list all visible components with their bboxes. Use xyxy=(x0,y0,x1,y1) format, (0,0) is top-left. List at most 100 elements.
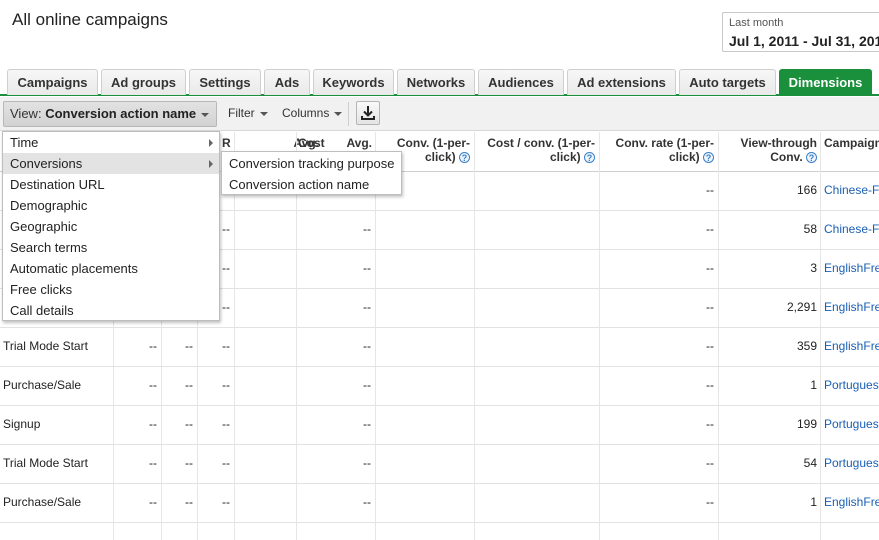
table-cell-c1: -- xyxy=(149,339,157,353)
col-header-cost[interactable]: Cost xyxy=(298,136,325,150)
col-header-cost-per-conv[interactable]: Cost / conv. (1-per-click) ? xyxy=(478,136,595,164)
table-cell-c3: -- xyxy=(222,222,230,236)
tab-ad-extensions[interactable]: Ad extensions xyxy=(567,69,676,95)
table-cell-c1: -- xyxy=(149,378,157,392)
table-cell-view-through: 3 xyxy=(810,261,817,275)
table-cell-c4: -- xyxy=(363,261,371,275)
tab-bar: Campaigns Ad groups Settings Ads Keyword… xyxy=(0,68,879,96)
table-cell-c1: -- xyxy=(149,495,157,509)
table-cell-conv-rate: -- xyxy=(706,261,714,275)
menu-item-destination-url[interactable]: Destination URL xyxy=(3,174,219,195)
download-button[interactable] xyxy=(356,101,380,125)
chevron-down-icon xyxy=(201,112,210,117)
chevron-right-icon xyxy=(209,139,213,147)
view-prefix: View: xyxy=(10,106,42,121)
table-row: Purchase/Sale -- -- -- -- -- 1 EnglishFre xyxy=(0,484,879,523)
col-header-conv-rate[interactable]: Conv. rate (1-per-click) ? xyxy=(604,136,714,164)
campaign-link[interactable]: Portugues xyxy=(824,417,879,431)
tab-auto-targets[interactable]: Auto targets xyxy=(679,69,776,95)
help-icon[interactable]: ? xyxy=(459,152,470,164)
table-cell-c2: -- xyxy=(185,417,193,431)
col-header-avg-2[interactable]: Avg. xyxy=(330,136,372,150)
campaign-link[interactable]: Chinese-F xyxy=(824,183,879,197)
menu-item-free-clicks[interactable]: Free clicks xyxy=(3,279,219,300)
menu-item-search-terms[interactable]: Search terms xyxy=(3,237,219,258)
table-cell-view-through: 2,291 xyxy=(786,300,817,314)
table-cell-conv-rate: -- xyxy=(706,222,714,236)
table-cell-c2: -- xyxy=(185,339,193,353)
campaign-link[interactable]: Portugues xyxy=(824,456,879,470)
table-cell-conv-rate: -- xyxy=(706,339,714,353)
menu-item-automatic-placements[interactable]: Automatic placements xyxy=(3,258,219,279)
table-cell-conv-rate: -- xyxy=(706,300,714,314)
menu-item-call-details[interactable]: Call details xyxy=(3,300,219,321)
tab-audiences[interactable]: Audiences xyxy=(478,69,564,95)
campaign-link[interactable]: Chinese-F xyxy=(824,222,879,236)
table-cell-conv-rate: -- xyxy=(706,495,714,509)
table-cell-name: Trial Mode Start xyxy=(3,339,88,353)
menu-item-geographic[interactable]: Geographic xyxy=(3,216,219,237)
tab-networks[interactable]: Networks xyxy=(397,69,475,95)
toolbar-divider xyxy=(348,102,349,126)
table-cell-c4: -- xyxy=(363,417,371,431)
table-cell-conv-rate: -- xyxy=(706,456,714,470)
tab-ad-groups[interactable]: Ad groups xyxy=(101,69,186,95)
tab-settings[interactable]: Settings xyxy=(189,69,261,95)
columns-button[interactable]: Columns xyxy=(282,106,343,120)
menu-item-demographic[interactable]: Demographic xyxy=(3,195,219,216)
help-icon[interactable]: ? xyxy=(703,152,714,164)
table-cell-c4: -- xyxy=(363,300,371,314)
table-cell-conv-rate: -- xyxy=(706,183,714,197)
tab-ads[interactable]: Ads xyxy=(264,69,310,95)
tab-campaigns[interactable]: Campaigns xyxy=(7,69,98,95)
tab-keywords[interactable]: Keywords xyxy=(313,69,394,95)
help-icon[interactable]: ? xyxy=(584,152,595,164)
table-cell-conv-rate: -- xyxy=(706,417,714,431)
table-cell-name: Purchase/Sale xyxy=(3,495,82,509)
col-header-campaign[interactable]: Campaign xyxy=(824,136,879,150)
col-header-r[interactable]: R xyxy=(222,136,231,150)
campaign-link[interactable]: Portugues xyxy=(824,378,879,392)
table-cell-view-through: 359 xyxy=(796,339,817,353)
table-cell-c2: -- xyxy=(185,378,193,392)
table-cell-conv-rate: -- xyxy=(706,378,714,392)
table-cell-view-through: 54 xyxy=(803,456,817,470)
table-cell-name: Purchase/Sale xyxy=(3,378,82,392)
campaign-link[interactable]: EnglishFre xyxy=(824,261,879,275)
submenu-item-conversion-tracking-purpose[interactable]: Conversion tracking purpose xyxy=(222,153,401,174)
chevron-down-icon xyxy=(334,111,343,116)
chevron-down-icon xyxy=(259,111,268,116)
table-cell-c3: -- xyxy=(222,495,230,509)
date-range-label: Last month xyxy=(729,17,784,29)
download-icon xyxy=(361,106,375,120)
table-cell-c3: -- xyxy=(222,339,230,353)
help-icon[interactable]: ? xyxy=(806,152,817,164)
tab-dimensions[interactable]: Dimensions xyxy=(779,69,872,95)
table-row: Signup -- -- -- -- -- 199 Portugues xyxy=(0,406,879,445)
table-cell-view-through: 58 xyxy=(803,222,817,236)
menu-item-conversions[interactable]: Conversions xyxy=(3,153,219,174)
table-cell-c4: -- xyxy=(363,495,371,509)
table-cell-c1: -- xyxy=(149,417,157,431)
filter-button[interactable]: Filter xyxy=(228,106,268,120)
date-range-value: Jul 1, 2011 - Jul 31, 2011 xyxy=(729,33,879,49)
view-dropdown-button[interactable]: View: Conversion action name xyxy=(3,101,217,127)
table-cell-view-through: 1 xyxy=(810,495,817,509)
table-cell-c3: -- xyxy=(222,300,230,314)
date-range-picker[interactable]: Last month Jul 1, 2011 - Jul 31, 2011 xyxy=(722,12,879,52)
table-cell-c3: -- xyxy=(222,417,230,431)
table-cell-c4: -- xyxy=(363,456,371,470)
table-cell-c4: -- xyxy=(363,378,371,392)
table-cell-view-through: 199 xyxy=(796,417,817,431)
col-header-view-through[interactable]: View-through Conv. ? xyxy=(724,136,817,164)
table-cell-c4: -- xyxy=(363,339,371,353)
campaign-link[interactable]: EnglishFre xyxy=(824,495,879,509)
table-row: Purchase/Sale -- -- -- -- -- 1 Portugues xyxy=(0,367,879,406)
campaign-link[interactable]: EnglishFre xyxy=(824,339,879,353)
menu-item-time[interactable]: Time xyxy=(3,132,219,153)
campaign-link[interactable]: EnglishFre xyxy=(824,300,879,314)
table-cell-name: Trial Mode Start xyxy=(3,456,88,470)
table-cell-c4: -- xyxy=(363,222,371,236)
submenu-item-conversion-action-name[interactable]: Conversion action name xyxy=(222,174,401,195)
table-cell-c3: -- xyxy=(222,456,230,470)
